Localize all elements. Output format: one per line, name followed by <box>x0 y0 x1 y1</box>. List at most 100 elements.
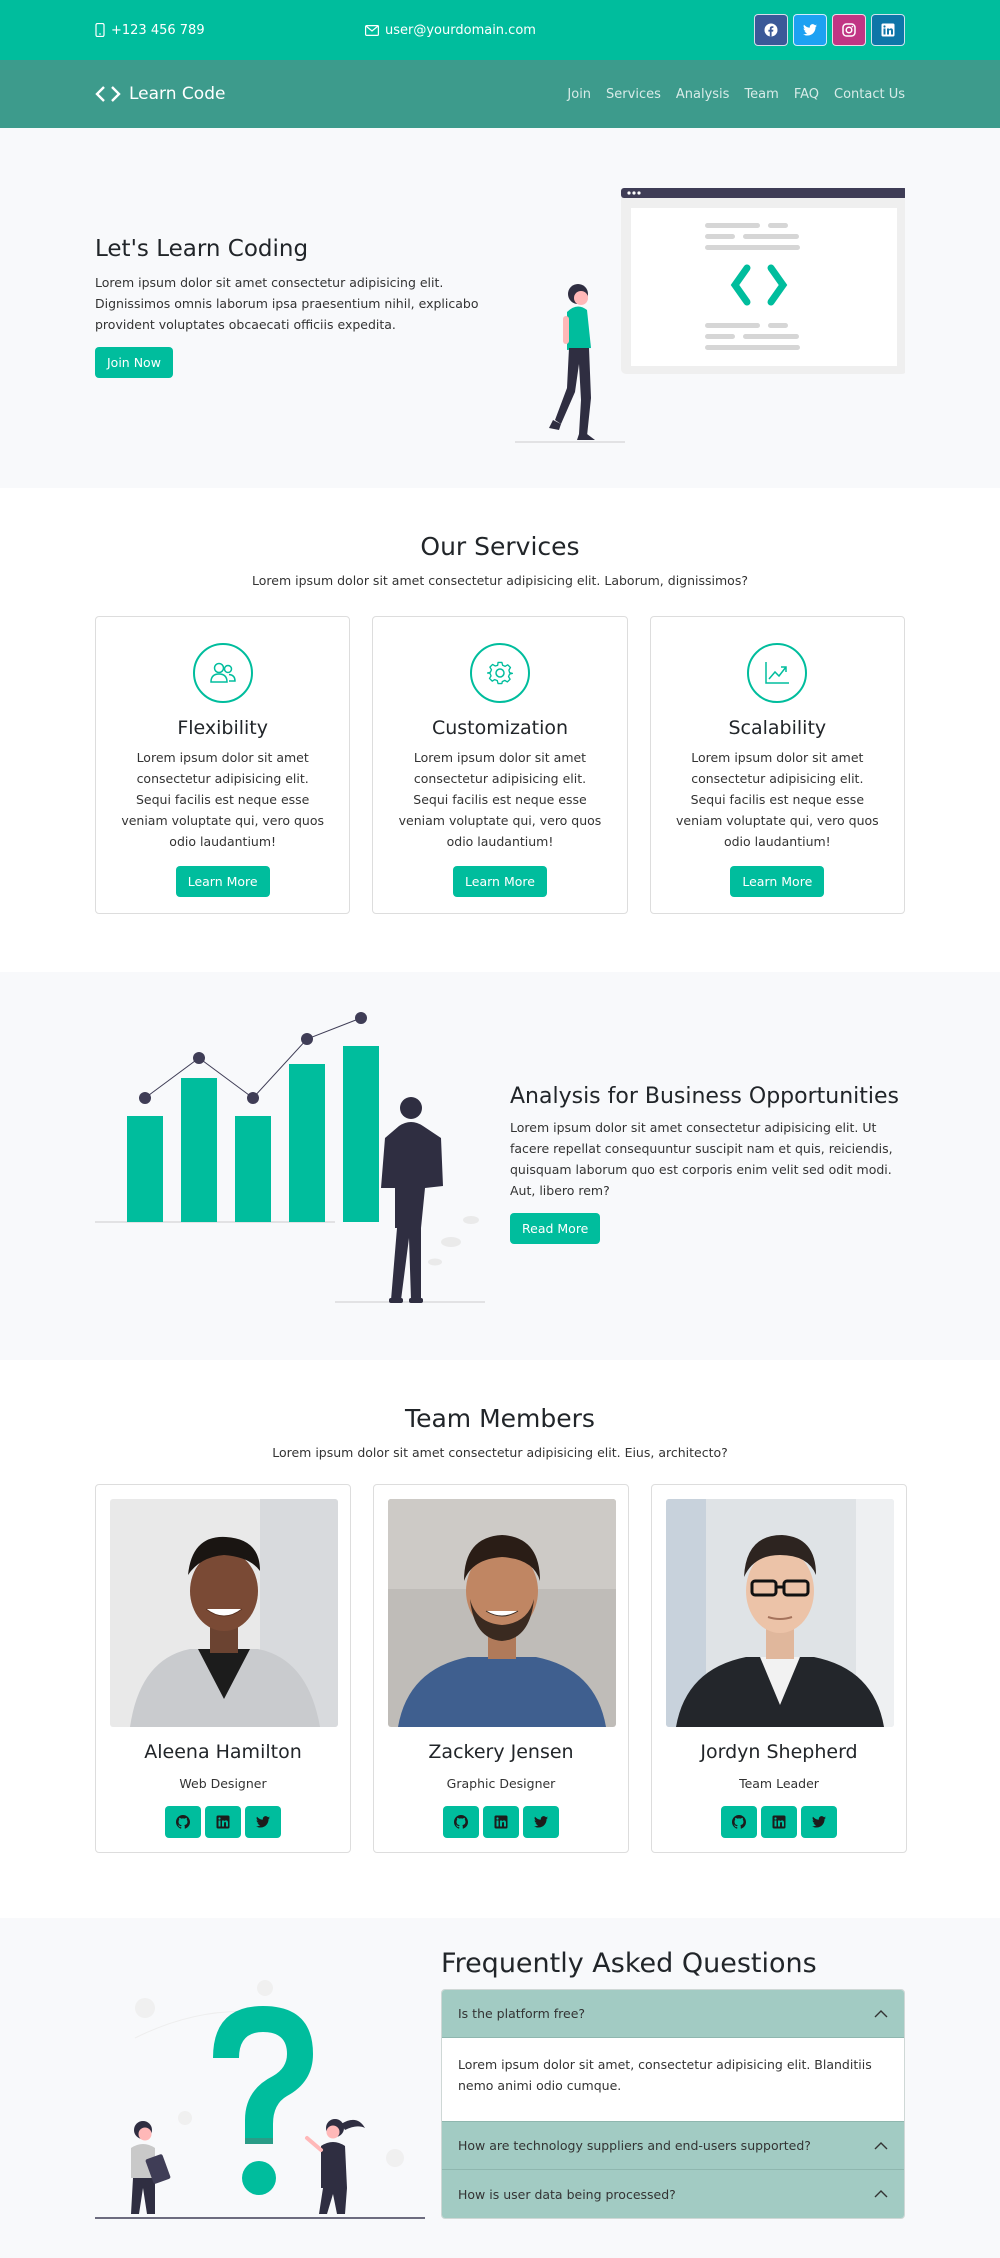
team-section: Team Members Lorem ipsum dolor sit amet … <box>0 1360 1000 1918</box>
phone-text: +123 456 789 <box>111 22 205 38</box>
nav-menu: Join Services Analysis Team FAQ Contact … <box>567 87 905 102</box>
analysis-text: Analysis for Business Opportunities Lore… <box>510 1084 905 1244</box>
team-member-role: Web Designer <box>179 1776 267 1791</box>
team-subtitle: Lorem ipsum dolor sit amet consectetur a… <box>272 1445 728 1460</box>
coding-illustration <box>515 188 905 443</box>
instagram-button[interactable] <box>832 14 866 46</box>
team-cards: Aleena Hamilton Web Designer Zackery Jen… <box>95 1484 907 1853</box>
linkedin-button[interactable] <box>483 1806 519 1838</box>
team-member-role: Team Leader <box>739 1776 819 1791</box>
graph-up-icon <box>765 662 790 684</box>
services-section: Our Services Lorem ipsum dolor sit amet … <box>0 488 1000 972</box>
service-description: Lorem ipsum dolor sit amet consectetur a… <box>121 750 324 849</box>
faq-question-text: How is user data being processed? <box>458 2186 676 2202</box>
service-icon-circle <box>192 643 253 703</box>
learn-more-button[interactable]: Learn More <box>175 866 270 897</box>
gear-icon <box>486 661 513 685</box>
nav-link-team[interactable]: Team <box>744 87 778 102</box>
twitter-button[interactable] <box>245 1806 281 1838</box>
service-title: Customization <box>431 717 569 739</box>
team-member-photo <box>388 1499 616 1727</box>
people-icon <box>209 662 236 683</box>
faq-question-2[interactable]: How are technology suppliers and end-use… <box>442 2122 904 2170</box>
services-subtitle: Lorem ipsum dolor sit amet consectetur a… <box>252 573 748 588</box>
team-card: Aleena Hamilton Web Designer <box>95 1484 351 1853</box>
facebook-icon <box>764 23 778 37</box>
service-description: Lorem ipsum dolor sit amet consectetur a… <box>398 750 602 849</box>
nav-link-analysis[interactable]: Analysis <box>676 87 730 102</box>
twitter-button[interactable] <box>793 14 827 46</box>
service-card-customization: Customization Lorem ipsum dolor sit amet… <box>372 616 628 914</box>
team-member-role: Graphic Designer <box>446 1776 556 1791</box>
nav-link-services[interactable]: Services <box>606 87 661 102</box>
service-card-flexibility: Flexibility Lorem ipsum dolor sit amet c… <box>95 616 351 914</box>
faq-accordion: Is the platform free? Lorem ipsum dolor … <box>441 1989 905 2219</box>
team-member-photo <box>666 1499 894 1727</box>
linkedin-button[interactable] <box>871 14 905 46</box>
twitter-button[interactable] <box>523 1806 559 1838</box>
envelope-icon <box>365 24 379 36</box>
hero-text: Let's Learn Coding Lorem ipsum dolor sit… <box>95 236 495 378</box>
chevron-up-icon <box>874 2141 888 2149</box>
team-member-socials <box>388 1806 614 1838</box>
service-title: Flexibility <box>177 717 268 739</box>
analysis-section: Analysis for Business Opportunities Lore… <box>0 972 1000 1360</box>
topbar: +123 456 789 user@yourdomain.com <box>0 0 1000 60</box>
question-illustration <box>95 1980 425 2219</box>
brand-name: Learn Code <box>129 84 226 104</box>
team-card: Jordyn Shepherd Team Leader <box>651 1484 907 1853</box>
nav-link-faq[interactable]: FAQ <box>794 87 819 102</box>
team-member-socials <box>110 1806 336 1838</box>
faq-answer-1: Lorem ipsum dolor sit amet, consectetur … <box>442 2038 904 2122</box>
phone-icon <box>95 23 105 37</box>
github-icon <box>732 1815 746 1829</box>
code-brackets-icon <box>95 86 121 102</box>
linkedin-icon <box>216 1815 230 1829</box>
business-chart-illustration <box>95 1012 485 1303</box>
team-card: Zackery Jensen Graphic Designer <box>373 1484 629 1853</box>
linkedin-icon <box>772 1815 786 1829</box>
faq-question-3[interactable]: How is user data being processed? <box>442 2170 904 2218</box>
linkedin-button[interactable] <box>761 1806 797 1838</box>
team-member-photo <box>110 1499 338 1727</box>
service-icon-circle <box>747 643 808 703</box>
service-title: Scalability <box>728 717 827 739</box>
nav-link-contact[interactable]: Contact Us <box>834 87 905 102</box>
team-member-socials <box>666 1806 892 1838</box>
learn-more-button[interactable]: Learn More <box>730 866 825 897</box>
chevron-up-icon <box>874 2190 888 2198</box>
twitter-icon <box>812 1816 826 1828</box>
learn-more-button[interactable]: Learn More <box>453 866 547 897</box>
email-info: user@yourdomain.com <box>365 23 536 38</box>
email-text: user@yourdomain.com <box>385 22 536 38</box>
services-title: Our Services <box>420 532 580 561</box>
github-icon <box>176 1815 190 1829</box>
team-member-name: Zackery Jensen <box>428 1741 574 1763</box>
facebook-button[interactable] <box>754 14 788 46</box>
faq-question-text: Is the platform free? <box>458 2006 586 2021</box>
github-button[interactable] <box>721 1806 757 1838</box>
faq-content: Frequently Asked Questions Is the platfo… <box>441 1948 905 2219</box>
service-card-scalability: Scalability Lorem ipsum dolor sit amet c… <box>649 616 905 914</box>
services-cards: Flexibility Lorem ipsum dolor sit amet c… <box>95 616 905 914</box>
brand-logo[interactable]: Learn Code <box>95 84 225 104</box>
faq-section: Frequently Asked Questions Is the platfo… <box>0 1918 1000 2258</box>
nav-link-join[interactable]: Join <box>567 87 591 102</box>
analysis-title: Analysis for Business Opportunities <box>510 1084 899 1109</box>
join-now-button[interactable]: Join Now <box>95 347 173 378</box>
twitter-icon <box>803 24 817 36</box>
instagram-icon <box>842 23 856 37</box>
linkedin-icon <box>881 23 895 37</box>
hero-section: Let's Learn Coding Lorem ipsum dolor sit… <box>0 128 1000 488</box>
read-more-button[interactable]: Read More <box>510 1213 601 1244</box>
faq-question-1[interactable]: Is the platform free? <box>442 1990 904 2038</box>
linkedin-button[interactable] <box>205 1806 241 1838</box>
phone-info: +123 456 789 <box>95 23 365 38</box>
faq-title: Frequently Asked Questions <box>441 1948 817 1979</box>
service-description: Lorem ipsum dolor sit amet consectetur a… <box>675 750 879 849</box>
twitter-icon <box>256 1816 270 1828</box>
twitter-button[interactable] <box>801 1806 837 1838</box>
github-button[interactable] <box>165 1806 201 1838</box>
github-button[interactable] <box>443 1806 479 1838</box>
analysis-description: Lorem ipsum dolor sit amet consectetur a… <box>510 1120 893 1198</box>
